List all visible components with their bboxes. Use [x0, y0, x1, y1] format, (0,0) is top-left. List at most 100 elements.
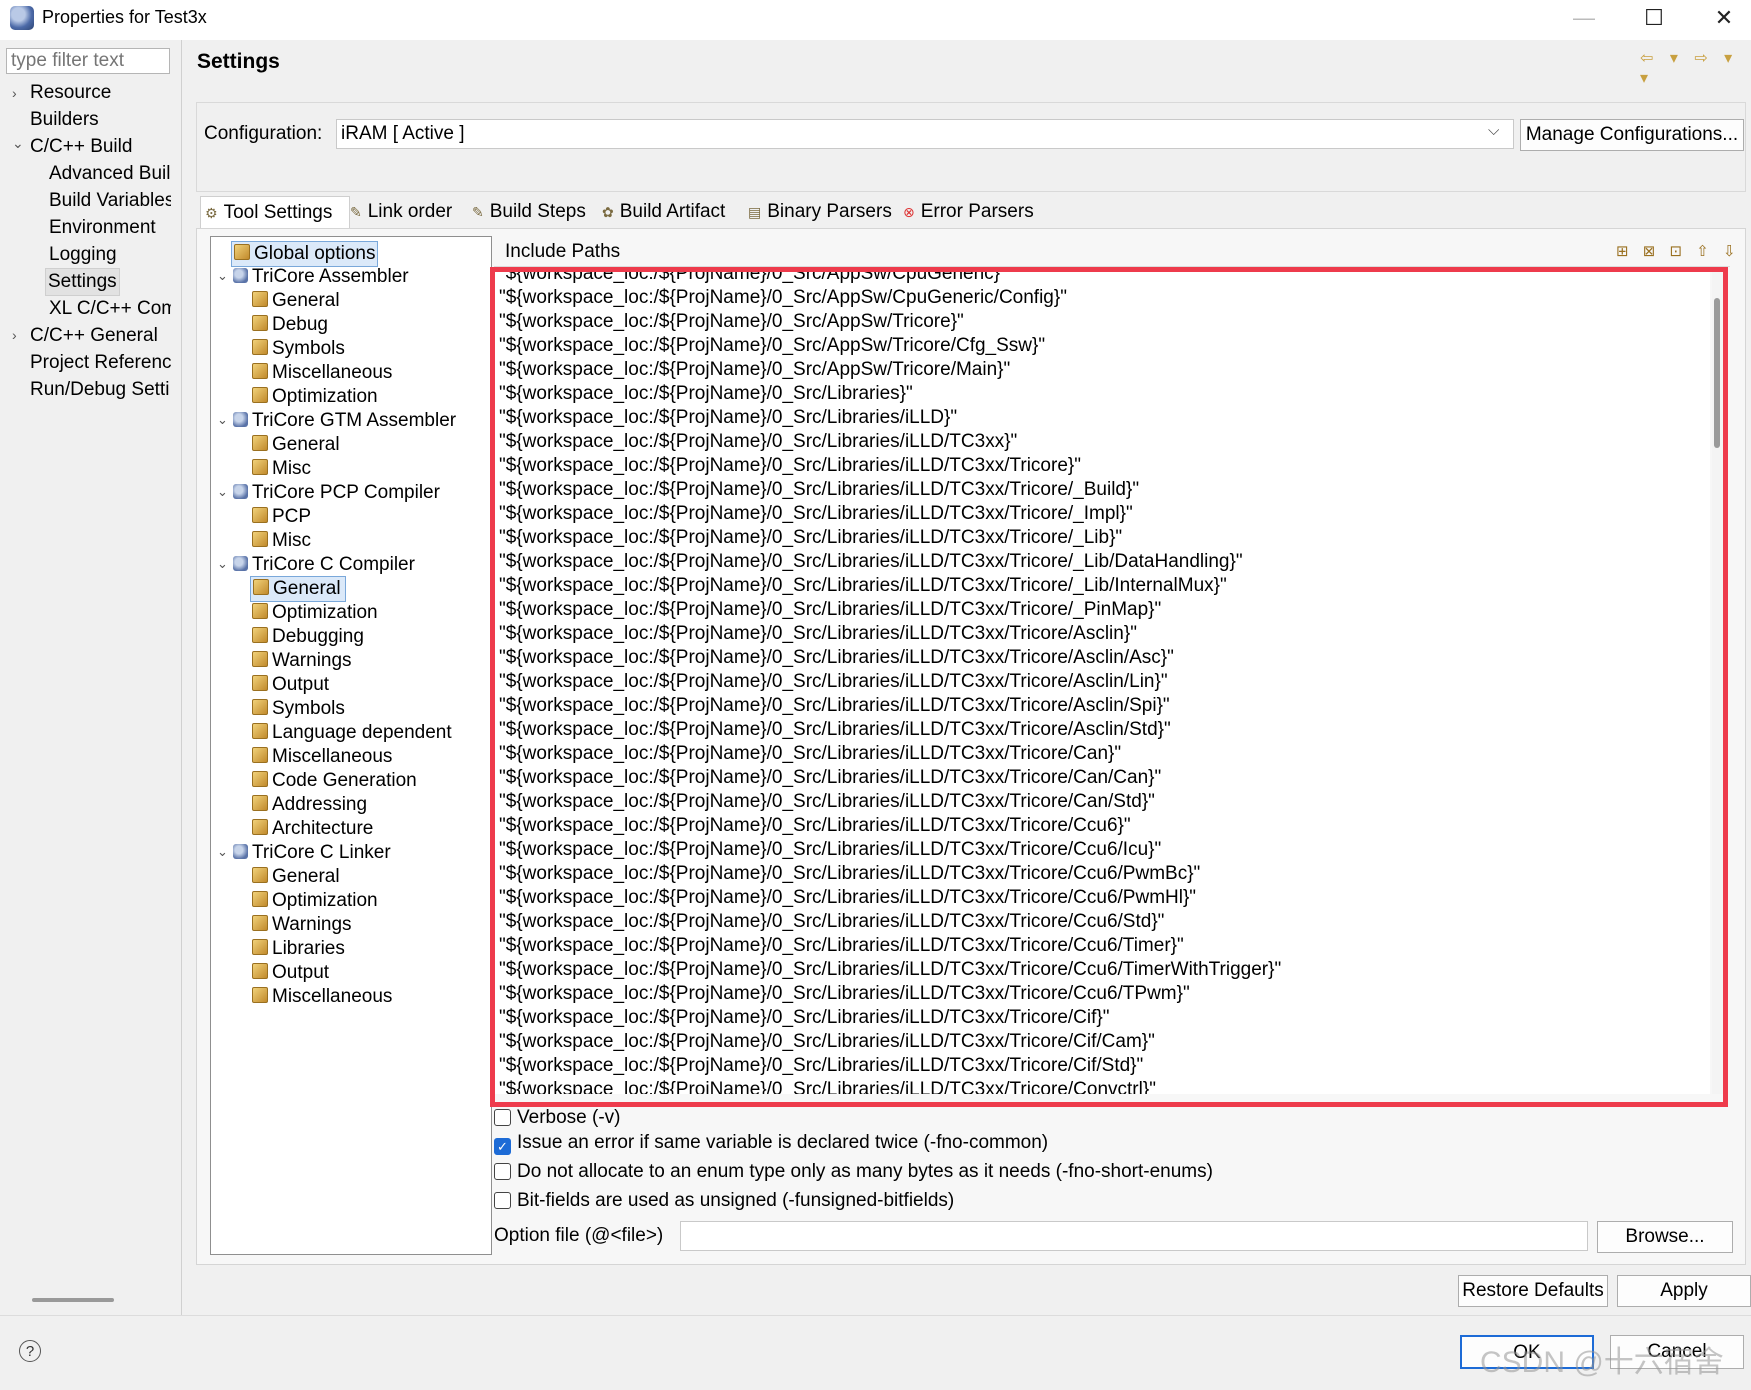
- include-path-row[interactable]: "${workspace_loc:/${ProjName}/0_Src/Libr…: [499, 646, 1174, 670]
- tab-binary-parsers[interactable]: ▤ Binary Parsers: [748, 196, 892, 228]
- nav-item-project-references[interactable]: Project Reference: [30, 350, 171, 376]
- tree-node-tricore-gtm-assembler[interactable]: TriCore GTM Assembler: [233, 409, 456, 433]
- tree-node-symbols[interactable]: Symbols: [252, 697, 345, 721]
- include-path-row[interactable]: "${workspace_loc:/${ProjName}/0_Src/Libr…: [499, 502, 1133, 526]
- tab-tool-settings[interactable]: ⚙ Tool Settings: [200, 196, 350, 229]
- tree-node-optimization[interactable]: Optimization: [252, 889, 378, 913]
- include-path-row[interactable]: "${workspace_loc:/${ProjName}/0_Src/Libr…: [499, 670, 1168, 694]
- tab-link-order[interactable]: ✎ Link order: [350, 196, 452, 228]
- chevron-down-icon[interactable]: ⌄: [217, 268, 228, 284]
- nav-item-settings[interactable]: Settings: [45, 268, 120, 296]
- chevron-down-icon[interactable]: ⌄: [217, 556, 228, 572]
- short-enums-option[interactable]: Do not allocate to an enum type only as …: [494, 1161, 1213, 1183]
- checkbox[interactable]: [494, 1109, 511, 1126]
- include-path-row[interactable]: "${workspace_loc:/${ProjName}/0_Src/Libr…: [499, 1078, 1156, 1094]
- include-path-row[interactable]: "${workspace_loc:/${ProjName}/0_Src/Libr…: [499, 478, 1139, 502]
- include-path-row[interactable]: "${workspace_loc:/${ProjName}/0_Src/Libr…: [499, 838, 1161, 862]
- include-path-row[interactable]: "${workspace_loc:/${ProjName}/0_Src/Libr…: [499, 1054, 1143, 1078]
- tree-node-output[interactable]: Output: [252, 673, 329, 697]
- nav-item-cpp-general[interactable]: C/C++ General: [30, 323, 158, 349]
- chevron-right-icon[interactable]: ›: [12, 327, 17, 343]
- checkbox[interactable]: [494, 1163, 511, 1180]
- checkbox[interactable]: [494, 1192, 511, 1209]
- include-path-row[interactable]: "${workspace_loc:/${ProjName}/0_Src/AppS…: [499, 334, 1045, 358]
- include-path-row[interactable]: "${workspace_loc:/${ProjName}/0_Src/Libr…: [499, 934, 1184, 958]
- nav-item-xl-cpp-compiler[interactable]: XL C/C++ Com: [49, 296, 171, 322]
- nav-item-resource[interactable]: Resource: [30, 80, 111, 106]
- minimize-icon[interactable]: —: [1556, 0, 1612, 36]
- tree-node-output[interactable]: Output: [252, 961, 329, 985]
- include-path-row[interactable]: "${workspace_loc:/${ProjName}/0_Src/AppS…: [499, 270, 1007, 286]
- chevron-down-icon[interactable]: ⌄: [12, 135, 24, 152]
- close-icon[interactable]: ✕: [1696, 0, 1751, 36]
- tree-node-tricore-c-compiler[interactable]: TriCore C Compiler: [233, 553, 415, 577]
- tree-node-debugging[interactable]: Debugging: [252, 625, 364, 649]
- include-path-row[interactable]: "${workspace_loc:/${ProjName}/0_Src/AppS…: [499, 358, 1010, 382]
- tree-node-optimization[interactable]: Optimization: [252, 601, 378, 625]
- horizontal-scrollbar[interactable]: [32, 1298, 114, 1302]
- include-path-row[interactable]: "${workspace_loc:/${ProjName}/0_Src/Libr…: [499, 622, 1137, 646]
- include-path-row[interactable]: "${workspace_loc:/${ProjName}/0_Src/Libr…: [499, 382, 913, 406]
- include-path-row[interactable]: "${workspace_loc:/${ProjName}/0_Src/Libr…: [499, 910, 1164, 934]
- include-path-row[interactable]: "${workspace_loc:/${ProjName}/0_Src/Libr…: [499, 454, 1081, 478]
- tree-node-global-options[interactable]: Global options: [231, 241, 379, 267]
- include-path-row[interactable]: "${workspace_loc:/${ProjName}/0_Src/Libr…: [499, 406, 957, 430]
- maximize-icon[interactable]: ☐: [1626, 0, 1682, 36]
- include-path-row[interactable]: "${workspace_loc:/${ProjName}/0_Src/Libr…: [499, 814, 1131, 838]
- include-path-row[interactable]: "${workspace_loc:/${ProjName}/0_Src/Libr…: [499, 718, 1171, 742]
- help-icon[interactable]: ?: [19, 1340, 41, 1362]
- chevron-down-icon[interactable]: ⌄: [217, 484, 228, 500]
- nav-item-environment[interactable]: Environment: [49, 215, 156, 241]
- apply-button[interactable]: Apply: [1617, 1275, 1751, 1307]
- include-path-row[interactable]: "${workspace_loc:/${ProjName}/0_Src/Libr…: [499, 1006, 1109, 1030]
- tree-node-tricore-assembler[interactable]: TriCore Assembler: [233, 265, 409, 289]
- nav-item-logging[interactable]: Logging: [49, 242, 117, 268]
- checkbox-checked[interactable]: ✓: [494, 1138, 511, 1155]
- include-path-row[interactable]: "${workspace_loc:/${ProjName}/0_Src/Libr…: [499, 886, 1196, 910]
- include-path-row[interactable]: "${workspace_loc:/${ProjName}/0_Src/Libr…: [499, 766, 1161, 790]
- tab-error-parsers[interactable]: ⊗ Error Parsers: [903, 196, 1034, 228]
- nav-item-build-variables[interactable]: Build Variables: [49, 188, 171, 214]
- tree-node-debug[interactable]: Debug: [252, 313, 328, 337]
- verbose-option[interactable]: Verbose (-v): [494, 1107, 620, 1129]
- tree-node-miscellaneous[interactable]: Miscellaneous: [252, 985, 392, 1009]
- tree-node-miscellaneous[interactable]: Miscellaneous: [252, 361, 392, 385]
- include-path-row[interactable]: "${workspace_loc:/${ProjName}/0_Src/Libr…: [499, 694, 1170, 718]
- nav-item-run-debug-settings[interactable]: Run/Debug Setti: [30, 377, 171, 403]
- include-path-row[interactable]: "${workspace_loc:/${ProjName}/0_Src/Libr…: [499, 958, 1281, 982]
- tab-build-artifact[interactable]: ✿ Build Artifact: [602, 196, 725, 228]
- unsigned-bitfields-option[interactable]: Bit-fields are used as unsigned (-funsig…: [494, 1190, 954, 1212]
- tree-node-language-dependent[interactable]: Language dependent: [252, 721, 452, 745]
- include-path-row[interactable]: "${workspace_loc:/${ProjName}/0_Src/Libr…: [499, 982, 1190, 1006]
- include-paths-list[interactable]: "${workspace_loc:/${ProjName}/0_Src/AppS…: [494, 270, 1710, 1094]
- tree-node-warnings[interactable]: Warnings: [252, 649, 352, 673]
- include-path-row[interactable]: "${workspace_loc:/${ProjName}/0_Src/Libr…: [499, 1030, 1155, 1054]
- scrollbar-thumb[interactable]: [1714, 298, 1720, 448]
- configuration-select[interactable]: [336, 119, 1514, 149]
- tree-node-architecture[interactable]: Architecture: [252, 817, 373, 841]
- include-path-row[interactable]: "${workspace_loc:/${ProjName}/0_Src/Libr…: [499, 862, 1200, 886]
- browse-button[interactable]: Browse...: [1597, 1221, 1733, 1253]
- chevron-down-icon[interactable]: ⌵: [1488, 122, 1499, 139]
- include-path-row[interactable]: "${workspace_loc:/${ProjName}/0_Src/Libr…: [499, 598, 1161, 622]
- include-paths-toolbar-icons[interactable]: ⊞ ⊠ ⊡ ⇧ ⇩: [1616, 242, 1741, 260]
- chevron-right-icon[interactable]: ›: [12, 85, 17, 101]
- include-path-row[interactable]: "${workspace_loc:/${ProjName}/0_Src/AppS…: [499, 286, 1067, 310]
- tree-node-optimization[interactable]: Optimization: [252, 385, 378, 409]
- include-path-row[interactable]: "${workspace_loc:/${ProjName}/0_Src/Libr…: [499, 550, 1243, 574]
- tree-node-addressing[interactable]: Addressing: [252, 793, 367, 817]
- restore-defaults-button[interactable]: Restore Defaults: [1458, 1275, 1608, 1307]
- tree-node-general[interactable]: General: [252, 289, 340, 313]
- tree-node-pcp[interactable]: PCP: [252, 505, 311, 529]
- history-nav-icons[interactable]: ⇦ ▾ ⇨ ▾ ▾: [1640, 48, 1751, 88]
- fno-common-option[interactable]: ✓ Issue an error if same variable is decl…: [494, 1132, 1048, 1155]
- chevron-down-icon[interactable]: ⌄: [217, 844, 228, 860]
- include-path-row[interactable]: "${workspace_loc:/${ProjName}/0_Src/Libr…: [499, 742, 1121, 766]
- nav-item-builders[interactable]: Builders: [30, 107, 99, 133]
- include-path-row[interactable]: "${workspace_loc:/${ProjName}/0_Src/Libr…: [499, 574, 1227, 598]
- tree-node-libraries[interactable]: Libraries: [252, 937, 345, 961]
- filter-input[interactable]: [6, 48, 170, 74]
- chevron-down-icon[interactable]: ⌄: [217, 412, 228, 428]
- tree-node-general[interactable]: General: [252, 865, 340, 889]
- option-file-input[interactable]: [680, 1221, 1588, 1251]
